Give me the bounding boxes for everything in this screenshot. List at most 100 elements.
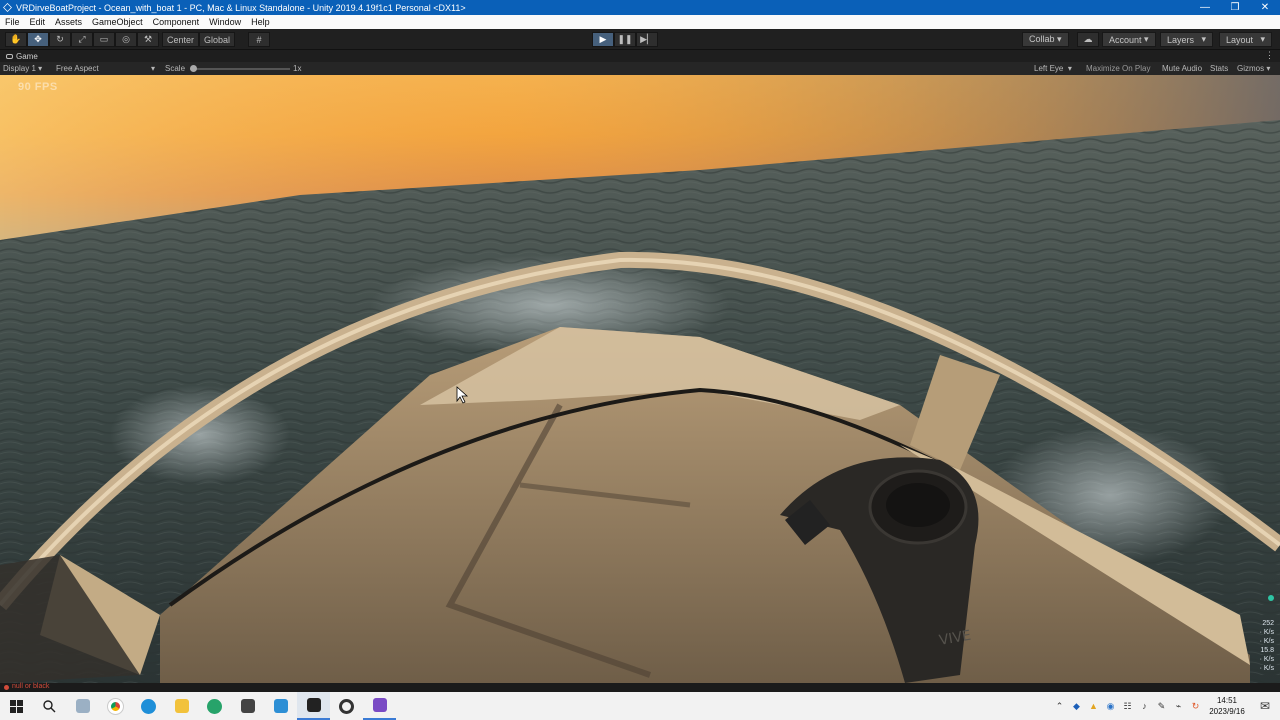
pivot-center-button[interactable]: Center <box>162 32 200 47</box>
pause-button[interactable]: ❚❚ <box>614 32 636 47</box>
menu-component[interactable]: Component <box>148 17 205 27</box>
status-message[interactable]: null or black <box>12 683 49 690</box>
stats-toggle[interactable]: Stats <box>1210 64 1228 73</box>
edge-dev-icon[interactable] <box>198 692 231 720</box>
status-bar: null or black <box>0 683 1280 692</box>
app-tray-icon[interactable]: ◉ <box>1102 692 1119 720</box>
layout-dropdown[interactable]: Layout ▾ <box>1219 32 1273 47</box>
transform-tools: ✋ ✥ ↻ ⤢ ▭ ◎ ⚒ <box>5 32 159 47</box>
account-dropdown[interactable]: Account ▾ <box>1102 32 1156 47</box>
transform-tool-icon[interactable]: ◎ <box>115 32 137 47</box>
game-view-toolbar: Display 1 ▾ Free Aspect ▾ Scale 1x Left … <box>0 62 1280 75</box>
step-button[interactable]: ▶▏ <box>636 32 658 47</box>
scale-value: 1x <box>293 64 302 73</box>
tab-game-label: Game <box>16 51 38 61</box>
panel-menu-icon[interactable]: ⋮ <box>1265 50 1274 61</box>
gizmos-dropdown[interactable]: Gizmos ▾ <box>1237 64 1270 73</box>
collab-dropdown[interactable]: Collab ▾ <box>1022 32 1069 47</box>
rect-tool-icon[interactable]: ▭ <box>93 32 115 47</box>
vr-boat-scene: VIVE <box>0 75 1280 683</box>
network-icon[interactable]: ☷ <box>1119 692 1136 720</box>
vscode-icon[interactable] <box>264 692 297 720</box>
layers-label: Layers <box>1167 34 1195 45</box>
game-viewport[interactable]: VIVE 90 FPS 252 · K/s · K/s 15.8 · K/s ·… <box>0 75 1280 683</box>
account-label: Account <box>1109 34 1142 45</box>
game-controller-icon <box>6 53 13 59</box>
mute-audio-toggle[interactable]: Mute Audio <box>1162 64 1202 73</box>
windows-start-icon[interactable] <box>0 692 33 720</box>
grid-snap-icon[interactable]: # <box>248 32 270 47</box>
unity-icon[interactable] <box>297 692 330 720</box>
defender-icon[interactable]: ◆ <box>1068 692 1085 720</box>
maximize-button[interactable]: ❒ <box>1220 0 1250 15</box>
eye-label: Left Eye <box>1034 64 1064 73</box>
move-tool-icon[interactable]: ✥ <box>27 32 49 47</box>
tray-expand-icon[interactable]: ⌃ <box>1051 692 1068 720</box>
pivot-controls: Center Global <box>162 32 236 47</box>
file-explorer-icon[interactable] <box>165 692 198 720</box>
gizmos-label: Gizmos <box>1237 64 1265 73</box>
search-icon[interactable] <box>33 692 66 720</box>
pen-icon[interactable]: ✎ <box>1153 692 1170 720</box>
play-controls: ▶ ❚❚ ▶▏ <box>592 32 658 47</box>
chevron-down-icon: ▾ <box>151 64 156 73</box>
error-icon <box>4 685 9 690</box>
menu-help[interactable]: Help <box>246 17 275 27</box>
stat-line: 252 <box>1262 620 1274 627</box>
fps-counter: 90 FPS <box>18 81 58 93</box>
windows-taskbar: ⌃ ◆ ▲ ◉ ☷ ♪ ✎ ⌁ ↻ 14:51 2023/9/16 ✉ <box>0 692 1280 720</box>
clock[interactable]: 14:51 2023/9/16 <box>1204 695 1250 717</box>
scale-tool-icon[interactable]: ⤢ <box>71 32 93 47</box>
chrome-icon[interactable] <box>99 692 132 720</box>
aspect-dropdown[interactable]: Free Aspect <box>56 64 99 73</box>
display-dropdown[interactable]: Display 1 ▾ <box>3 64 42 73</box>
stat-line: 15.8 <box>1260 647 1274 654</box>
window-title-bar: VRDirveBoatProject - Ocean_with_boat 1 -… <box>0 0 1280 15</box>
notification-icon[interactable]: ✉ <box>1250 692 1280 720</box>
scale-slider-handle[interactable] <box>190 65 197 72</box>
stat-line: · K/s <box>1259 638 1274 645</box>
sync-icon[interactable]: ↻ <box>1187 692 1204 720</box>
visual-studio-icon[interactable] <box>363 692 396 720</box>
steamvr-icon[interactable] <box>330 692 363 720</box>
ime-icon[interactable]: ⌁ <box>1170 692 1187 720</box>
eye-dropdown[interactable]: Left Eye ▾ <box>1034 64 1072 73</box>
collab-group: Collab ▾ <box>1022 32 1069 47</box>
norton-icon[interactable]: ▲ <box>1085 692 1102 720</box>
performance-stats: 252 · K/s · K/s 15.8 · K/s · K/s <box>1252 595 1274 673</box>
menu-assets[interactable]: Assets <box>50 17 87 27</box>
minimize-button[interactable]: — <box>1190 0 1220 15</box>
maximize-on-play-toggle[interactable]: Maximize On Play <box>1086 64 1150 73</box>
hand-tool-icon[interactable]: ✋ <box>5 32 27 47</box>
chevron-down-icon: ▾ <box>1201 34 1207 44</box>
stat-indicator-icon <box>1268 595 1274 601</box>
stat-line: · K/s <box>1259 665 1274 672</box>
system-tray: ⌃ ◆ ▲ ◉ ☷ ♪ ✎ ⌁ ↻ 14:51 2023/9/16 ✉ <box>1051 692 1280 720</box>
layout-label: Layout <box>1226 34 1254 45</box>
edge-icon[interactable] <box>132 692 165 720</box>
custom-tool-icon[interactable]: ⚒ <box>137 32 159 47</box>
display-label: Display 1 <box>3 64 36 73</box>
cloud-icon[interactable]: ☁ <box>1077 32 1099 47</box>
unity-hub-icon[interactable] <box>231 692 264 720</box>
main-toolbar: ✋ ✥ ↻ ⤢ ▭ ◎ ⚒ Center Global # ▶ ❚❚ ▶▏ Co… <box>0 29 1280 50</box>
close-button[interactable]: ✕ <box>1250 0 1280 15</box>
stat-line: · K/s <box>1259 656 1274 663</box>
task-view-icon[interactable] <box>66 692 99 720</box>
play-button[interactable]: ▶ <box>592 32 614 47</box>
scale-slider-track[interactable] <box>190 68 290 70</box>
chevron-down-icon: ▾ <box>1266 64 1271 73</box>
layout-group: Layout ▾ <box>1219 32 1273 47</box>
menu-file[interactable]: File <box>0 17 25 27</box>
rotate-tool-icon[interactable]: ↻ <box>49 32 71 47</box>
chevron-down-icon: ▾ <box>38 64 43 73</box>
layers-dropdown[interactable]: Layers ▾ <box>1160 32 1214 47</box>
tab-game[interactable]: Game <box>0 52 42 61</box>
volume-icon[interactable]: ♪ <box>1136 692 1153 720</box>
pivot-global-button[interactable]: Global <box>199 32 236 47</box>
chevron-down-icon: ▾ <box>1144 34 1149 44</box>
menu-gameobject[interactable]: GameObject <box>87 17 148 27</box>
menu-window[interactable]: Window <box>204 17 246 27</box>
menu-edit[interactable]: Edit <box>25 17 51 27</box>
stat-line: · K/s <box>1259 629 1274 636</box>
